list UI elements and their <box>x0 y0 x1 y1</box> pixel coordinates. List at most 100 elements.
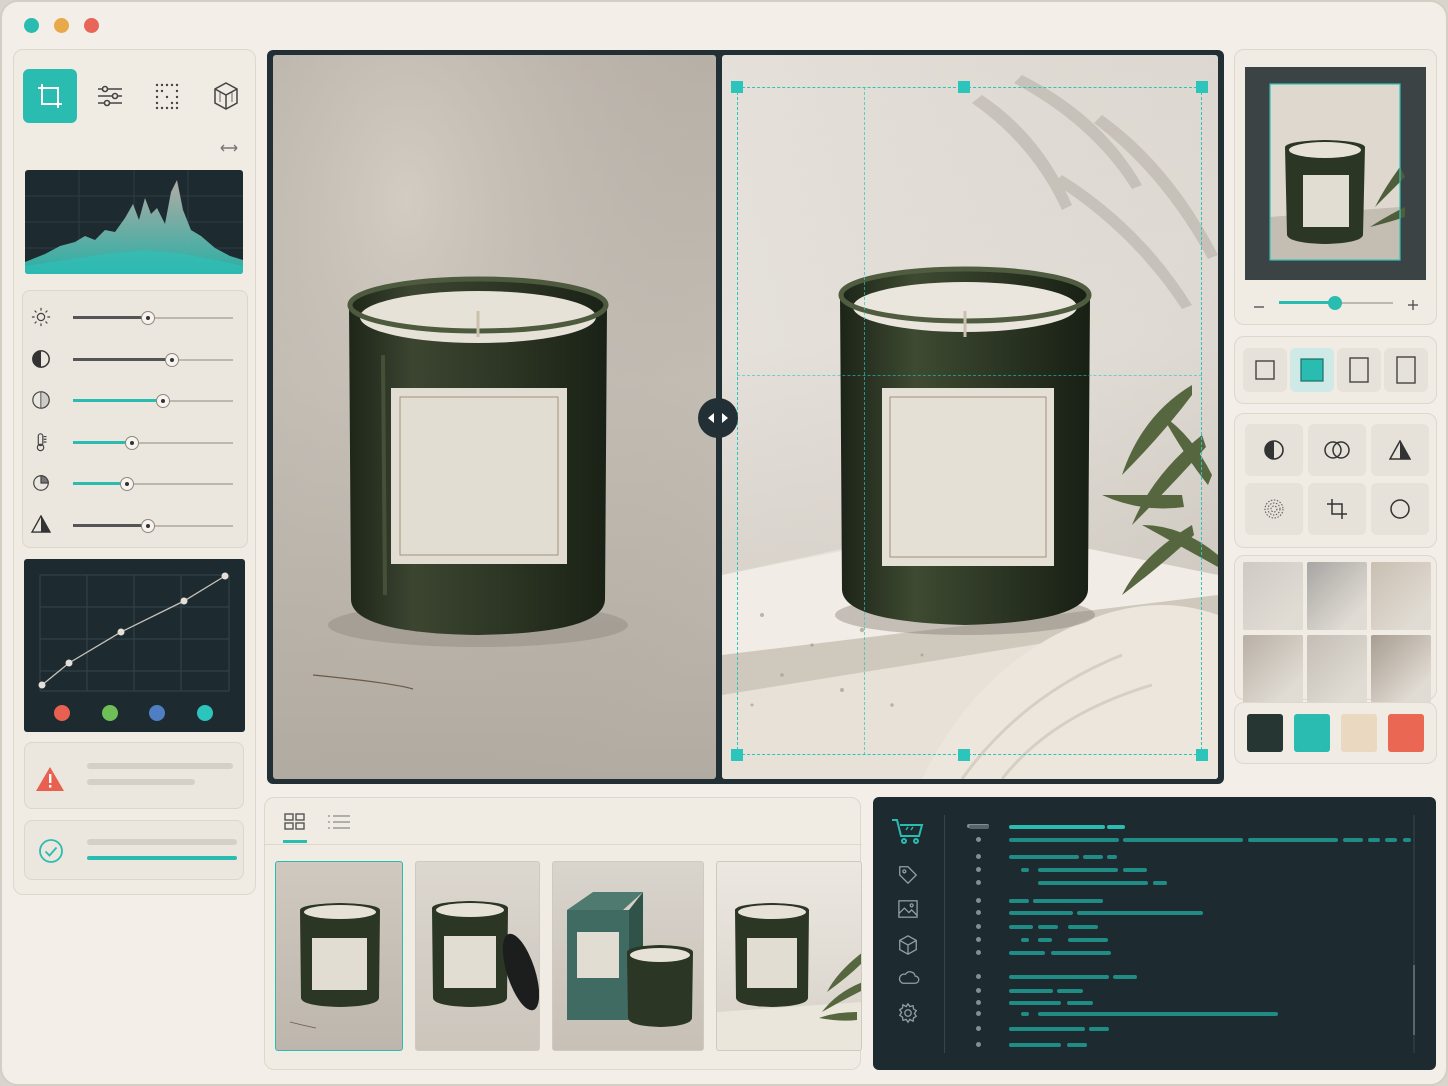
split-arrows-icon <box>708 413 728 423</box>
left-sidebar <box>13 49 256 895</box>
crop-rectangle[interactable] <box>737 87 1202 755</box>
saturation-icon <box>31 390 53 412</box>
3d-tool-button[interactable] <box>199 69 253 123</box>
success-progress-bar <box>87 856 237 860</box>
window-close-dot[interactable] <box>24 18 39 33</box>
aspect-tall-button[interactable] <box>1384 348 1428 392</box>
expand-horizontal-icon[interactable] <box>218 140 240 156</box>
compare-slider-handle[interactable] <box>698 398 738 438</box>
color-swatch[interactable] <box>1388 714 1424 752</box>
aspect-square-button[interactable] <box>1243 348 1287 392</box>
texture-tile[interactable] <box>1243 562 1303 630</box>
texture-tile[interactable] <box>1307 562 1367 630</box>
code-token <box>1021 868 1029 872</box>
contrast-slider[interactable] <box>23 349 247 373</box>
grid-view-icon[interactable] <box>283 812 307 832</box>
code-token <box>1107 825 1125 829</box>
code-token <box>1343 838 1363 842</box>
curve-channel-dot[interactable] <box>196 705 213 721</box>
crop-handle-bottom-right[interactable] <box>1196 749 1208 761</box>
effect-sharpen-button[interactable] <box>1371 424 1429 476</box>
crop-guide-horizontal <box>737 375 1202 376</box>
thumbnail-4[interactable] <box>716 861 862 1051</box>
code-token <box>1009 951 1045 955</box>
temperature-slider[interactable] <box>23 432 247 456</box>
brightness-slider-knob[interactable] <box>141 311 156 325</box>
navigator-preview[interactable] <box>1245 67 1426 280</box>
code-token <box>1385 838 1397 842</box>
code-token <box>1038 925 1058 929</box>
aspect-1-1-button[interactable] <box>1290 348 1334 392</box>
cloud-icon[interactable] <box>897 969 923 995</box>
adjustment-sliders <box>22 290 248 548</box>
settings-icon[interactable] <box>897 1002 923 1028</box>
zoom-out-icon[interactable] <box>1253 297 1265 308</box>
list-view-icon[interactable] <box>327 813 351 831</box>
crop-tool-button[interactable] <box>23 69 77 123</box>
effect-vignette-button[interactable] <box>1371 483 1429 535</box>
check-circle-icon <box>38 838 64 864</box>
brightness-slider[interactable] <box>23 307 247 331</box>
thumbnail-3[interactable] <box>552 861 704 1051</box>
crop-handle-top-left[interactable] <box>731 81 743 93</box>
crop-handle-bottom[interactable] <box>958 749 970 761</box>
zoom-slider-knob[interactable] <box>1327 296 1342 310</box>
code-panel <box>873 797 1436 1070</box>
code-token <box>1038 1012 1278 1016</box>
color-swatch[interactable] <box>1341 714 1377 752</box>
code-token <box>1077 911 1203 915</box>
color-swatch[interactable] <box>1294 714 1330 752</box>
saturation-slider[interactable] <box>23 390 247 414</box>
code-line-bullet <box>976 867 981 872</box>
adjust-tool-button[interactable] <box>83 69 137 123</box>
sharpness-slider[interactable] <box>23 514 247 539</box>
code-token <box>1051 951 1111 955</box>
window-minimize-dot[interactable] <box>54 18 69 33</box>
curve-channel-dot[interactable] <box>54 705 70 721</box>
tool-bar <box>23 69 247 125</box>
crop-handle-top[interactable] <box>958 81 970 93</box>
grid-tool-button[interactable] <box>141 69 195 123</box>
code-token <box>1009 975 1109 979</box>
thumbnail-2[interactable] <box>415 861 540 1051</box>
aspect-portrait-button[interactable] <box>1337 348 1381 392</box>
sharpness-slider-knob[interactable] <box>141 518 156 533</box>
active-view-indicator <box>283 840 307 843</box>
effect-blend-button[interactable] <box>1308 424 1366 476</box>
zoom-slider-track[interactable] <box>1279 296 1393 310</box>
texture-tile[interactable] <box>1371 635 1431 703</box>
contrast-slider-knob[interactable] <box>165 352 180 367</box>
dot-grid-icon <box>155 83 179 110</box>
zoom-in-icon[interactable] <box>1407 296 1419 310</box>
code-token <box>1089 1027 1109 1031</box>
thumbnail-1[interactable] <box>275 861 403 1051</box>
curve-channel-dot[interactable] <box>149 705 165 721</box>
effect-grain-button[interactable] <box>1245 483 1303 535</box>
curve-channel-dot[interactable] <box>101 705 118 721</box>
effect-contrast-button[interactable] <box>1245 424 1303 476</box>
window-maximize-dot[interactable] <box>84 18 99 33</box>
effect-crop-button[interactable] <box>1308 483 1366 535</box>
tint-slider-knob[interactable] <box>120 477 135 491</box>
tint-slider[interactable] <box>23 473 247 497</box>
image-icon[interactable] <box>897 899 923 925</box>
code-scrollbar-track[interactable] <box>1413 815 1415 1053</box>
code-scrollbar-thumb[interactable] <box>1413 965 1415 1035</box>
code-line-bullet <box>976 974 981 979</box>
code-token <box>1009 825 1105 829</box>
contrast-icon <box>1264 440 1284 460</box>
cart-icon[interactable] <box>891 817 927 847</box>
code-token <box>1123 868 1147 872</box>
color-swatch[interactable] <box>1247 714 1283 752</box>
tag-icon[interactable] <box>897 864 923 890</box>
curves-panel <box>24 559 245 732</box>
temperature-slider-knob[interactable] <box>125 435 140 450</box>
crop-handle-bottom-left[interactable] <box>731 749 743 761</box>
texture-tile[interactable] <box>1243 635 1303 703</box>
saturation-slider-knob[interactable] <box>155 394 170 408</box>
texture-tile[interactable] <box>1371 562 1431 630</box>
texture-tile[interactable] <box>1307 635 1367 703</box>
code-token <box>1038 868 1118 872</box>
crop-handle-top-right[interactable] <box>1196 81 1208 93</box>
box-icon[interactable] <box>897 934 923 960</box>
